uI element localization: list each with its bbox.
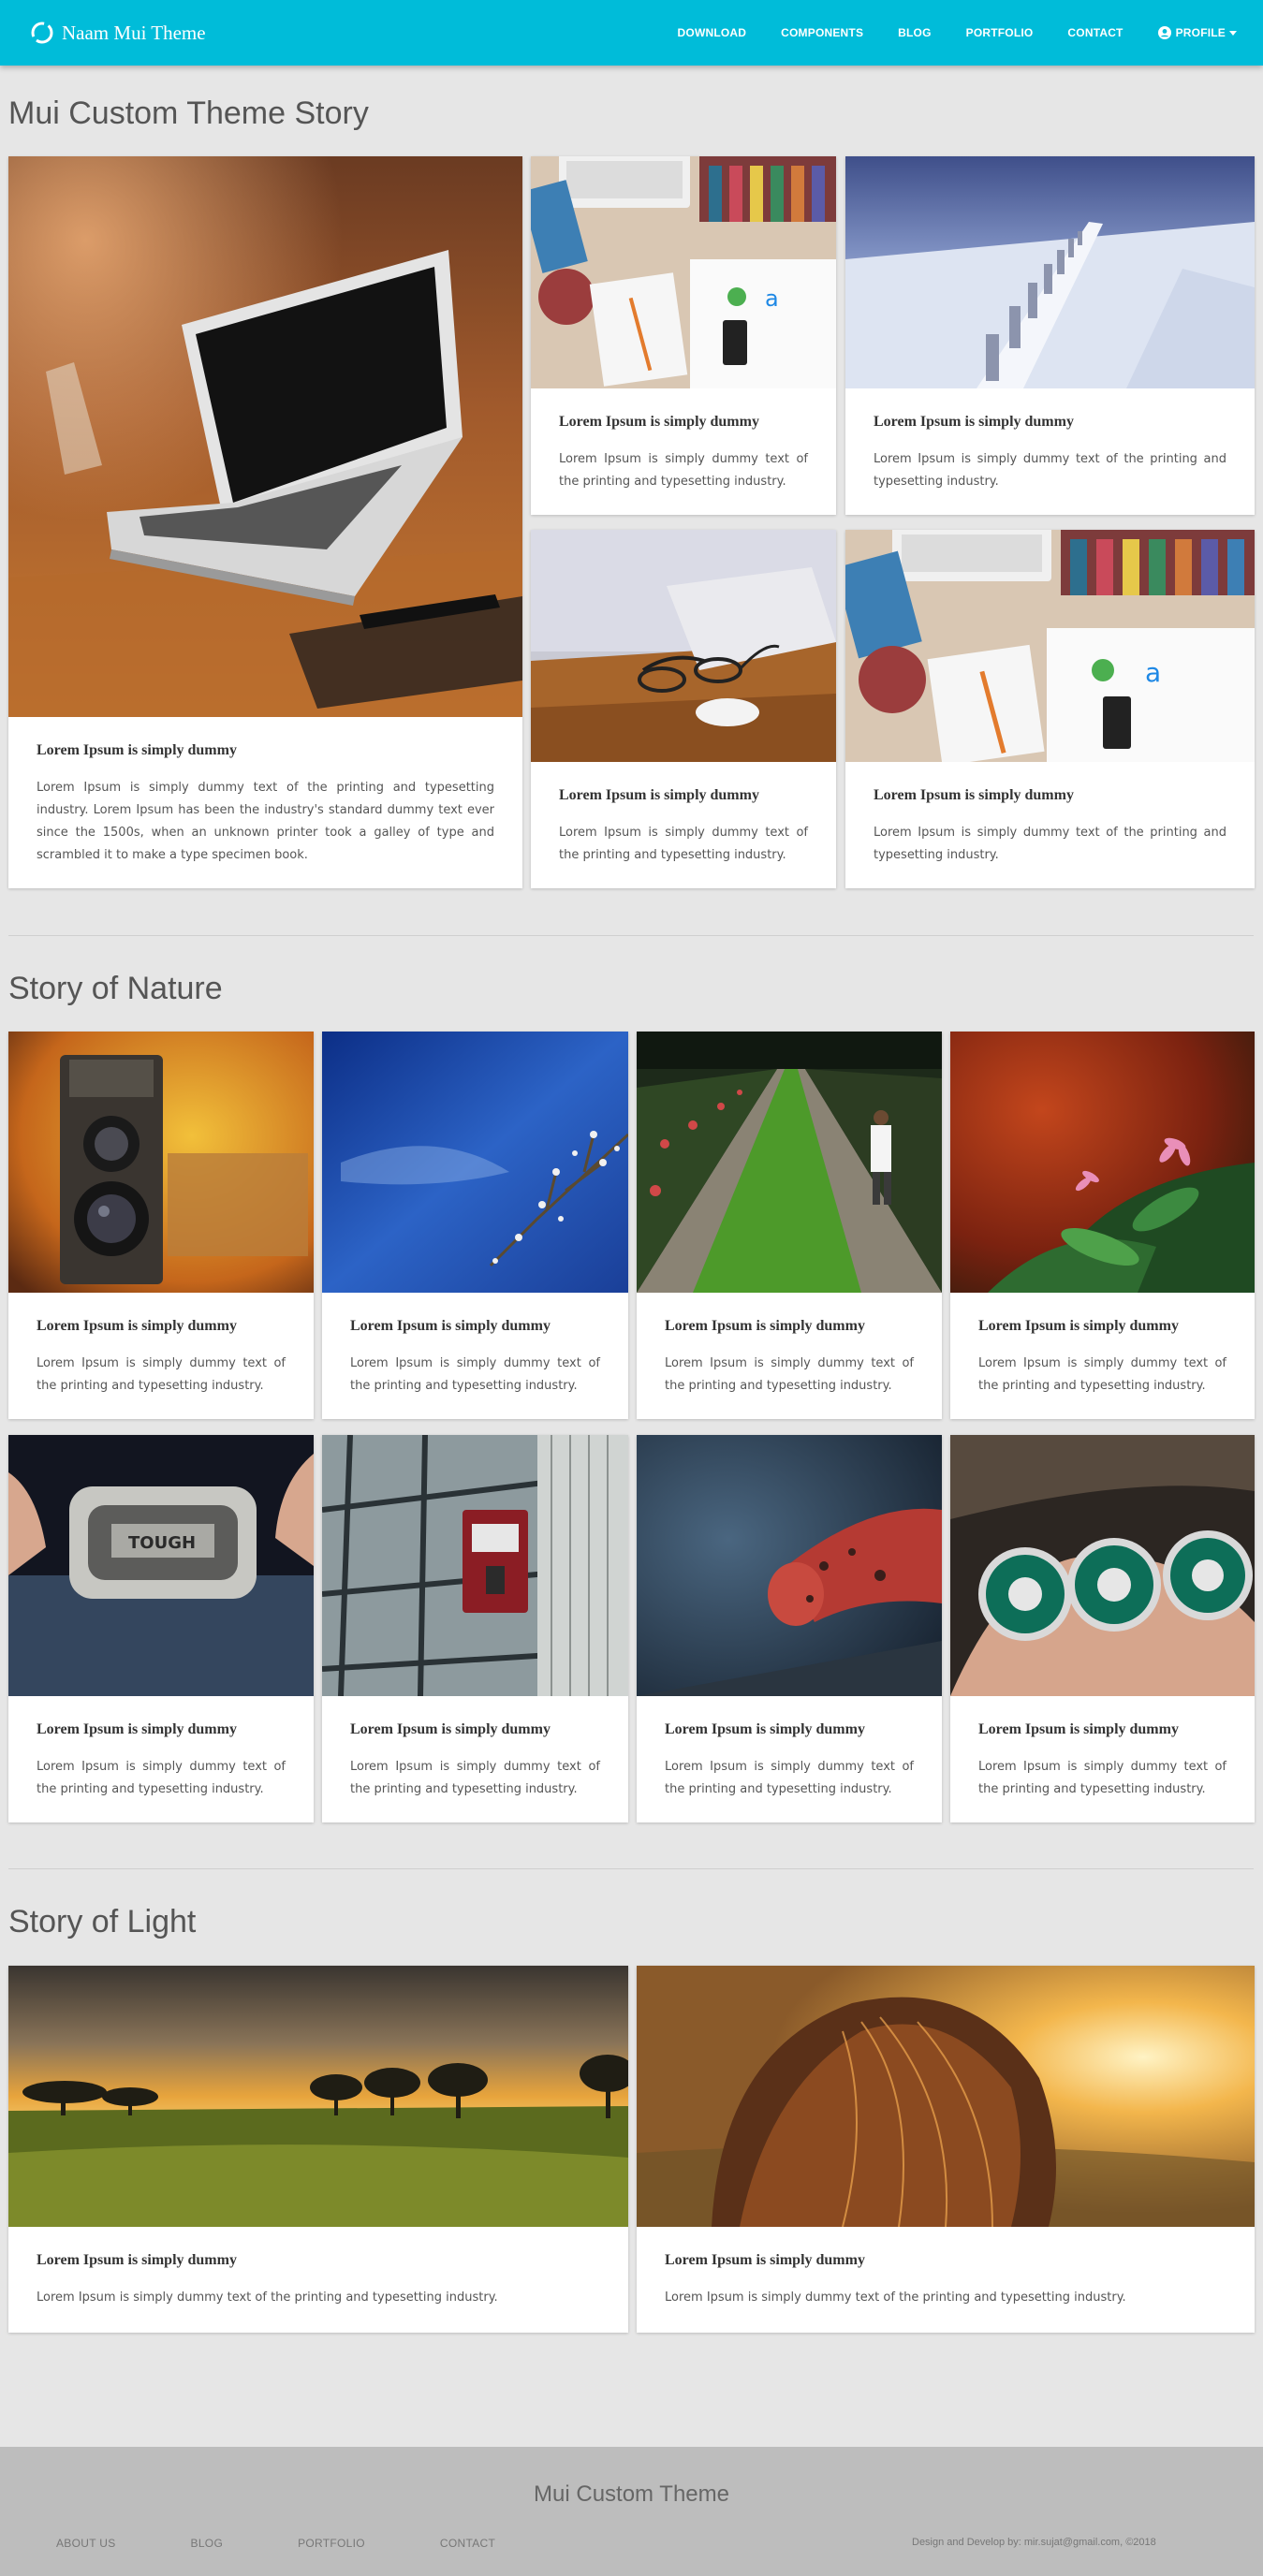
card-title: Lorem Ipsum is simply dummy [665, 1318, 865, 1334]
top-navbar: Naam Mui Theme DOWNLOAD COMPONENTS BLOG … [0, 0, 1263, 66]
card-image-rusty-pipe [637, 1435, 942, 1696]
card-image-desk-flatlay: a [845, 530, 1255, 762]
card-image-vintage-camera [8, 1032, 314, 1293]
nature-card[interactable]: Lorem Ipsum is simply dummy Lorem Ipsum … [322, 1032, 628, 1419]
footer-credit: Design and Develop by: mir.sujat@gmail.c… [912, 2537, 1156, 2548]
card-title: Lorem Ipsum is simply dummy [37, 742, 237, 758]
card-text: Lorem Ipsum is simply dummy text of the … [37, 1760, 286, 1796]
nav-contact[interactable]: CONTACT [1067, 26, 1123, 39]
brand-link[interactable]: Naam Mui Theme [30, 21, 206, 45]
card-title: Lorem Ipsum is simply dummy [665, 2252, 865, 2268]
card-title: Lorem Ipsum is simply dummy [874, 414, 1074, 430]
section-title-light: Story of Light [8, 1904, 197, 1939]
nav-components[interactable]: COMPONENTS [781, 26, 863, 39]
section-divider [8, 1868, 1254, 1869]
footer-title: Mui Custom Theme [534, 2481, 729, 2507]
card-title: Lorem Ipsum is simply dummy [559, 414, 759, 430]
card-image-snowy-fence [845, 156, 1255, 388]
card-title: Lorem Ipsum is simply dummy [665, 1721, 865, 1737]
story-card-featured[interactable]: Lorem Ipsum is simply dummy Lorem Ipsum … [8, 156, 522, 888]
card-title: Lorem Ipsum is simply dummy [978, 1318, 1179, 1334]
nav-blog[interactable]: BLOG [898, 26, 931, 39]
nature-card[interactable]: TOUGH Lorem Ipsum is simply dummy Lorem … [8, 1435, 314, 1822]
card-text: Lorem Ipsum is simply dummy text of the … [350, 1760, 600, 1796]
svg-text:TOUGH: TOUGH [128, 1533, 196, 1553]
card-image-blue-sky [322, 1032, 628, 1293]
story-card[interactable]: Lorem Ipsum is simply dummy Lorem Ipsum … [845, 156, 1255, 515]
story-card[interactable]: a Lorem Ipsum is simply dummy Lorem Ipsu… [531, 156, 836, 515]
card-image-coffee-badges [950, 1435, 1255, 1696]
card-title: Lorem Ipsum is simply dummy [350, 1318, 551, 1334]
brand-logo-icon [31, 22, 53, 44]
section-title-custom-theme: Mui Custom Theme Story [8, 95, 369, 131]
nav-profile-dropdown[interactable]: PROFILE [1157, 26, 1237, 39]
card-text: Lorem Ipsum is simply dummy text of the … [37, 1356, 286, 1393]
card-title: Lorem Ipsum is simply dummy [37, 1318, 237, 1334]
card-text: Lorem Ipsum is simply dummy text of the … [665, 2291, 1126, 2305]
card-text: Lorem Ipsum is simply dummy text of the … [559, 452, 808, 489]
card-title: Lorem Ipsum is simply dummy [37, 2252, 237, 2268]
nature-card[interactable]: Lorem Ipsum is simply dummy Lorem Ipsum … [322, 1435, 628, 1822]
card-image-glasses-mouse [531, 530, 836, 762]
card-image-garden-path [637, 1032, 942, 1293]
card-text: Lorem Ipsum is simply dummy text of the … [665, 1760, 914, 1796]
card-image-fire-alarm [322, 1435, 628, 1696]
card-text: Lorem Ipsum is simply dummy text of the … [874, 452, 1226, 489]
card-text: Lorem Ipsum is simply dummy text of the … [665, 1356, 914, 1393]
page-footer: Mui Custom Theme ABOUT US BLOG PORTFOLIO… [0, 2447, 1263, 2576]
nav-menu: DOWNLOAD COMPONENTS BLOG PORTFOLIO CONTA… [643, 0, 1237, 66]
card-text: Lorem Ipsum is simply dummy text of the … [874, 826, 1226, 862]
svg-text:a: a [765, 285, 779, 312]
nav-download[interactable]: DOWNLOAD [678, 26, 747, 39]
nature-card[interactable]: Lorem Ipsum is simply dummy Lorem Ipsum … [637, 1435, 942, 1822]
footer-link-blog[interactable]: BLOG [191, 2537, 224, 2550]
card-image-girl-sunlight [637, 1966, 1255, 2227]
footer-links: ABOUT US BLOG PORTFOLIO CONTACT [56, 2537, 570, 2550]
card-text: Lorem Ipsum is simply dummy text of the … [978, 1356, 1226, 1393]
light-card[interactable]: Lorem Ipsum is simply dummy Lorem Ipsum … [8, 1966, 628, 2333]
footer-link-about[interactable]: ABOUT US [56, 2537, 116, 2550]
card-text: Lorem Ipsum is simply dummy text of the … [37, 2291, 498, 2305]
nature-card[interactable]: Lorem Ipsum is simply dummy Lorem Ipsum … [950, 1032, 1255, 1419]
chevron-down-icon [1229, 30, 1237, 36]
svg-text:a: a [1145, 657, 1161, 688]
card-text: Lorem Ipsum is simply dummy text of the … [350, 1356, 600, 1393]
card-title: Lorem Ipsum is simply dummy [978, 1721, 1179, 1737]
card-image-sunset-field [8, 1966, 628, 2227]
card-text: Lorem Ipsum is simply dummy text of the … [978, 1760, 1226, 1796]
footer-link-contact[interactable]: CONTACT [440, 2537, 495, 2550]
story-card[interactable]: Lorem Ipsum is simply dummy Lorem Ipsum … [531, 530, 836, 888]
user-circle-icon [1157, 26, 1171, 39]
card-image-laptop [8, 156, 522, 717]
light-card[interactable]: Lorem Ipsum is simply dummy Lorem Ipsum … [637, 1966, 1255, 2333]
footer-link-portfolio[interactable]: PORTFOLIO [298, 2537, 365, 2550]
card-image-pink-flowers [950, 1032, 1255, 1293]
story-card[interactable]: a Lorem Ipsum is simply dummy Lorem Ipsu… [845, 530, 1255, 888]
card-title: Lorem Ipsum is simply dummy [350, 1721, 551, 1737]
nature-card[interactable]: Lorem Ipsum is simply dummy Lorem Ipsum … [637, 1032, 942, 1419]
card-text: Lorem Ipsum is simply dummy text of the … [559, 826, 808, 862]
nature-card[interactable]: Lorem Ipsum is simply dummy Lorem Ipsum … [950, 1435, 1255, 1822]
card-image-desk-flatlay: a [531, 156, 836, 388]
card-title: Lorem Ipsum is simply dummy [874, 787, 1074, 803]
section-title-nature: Story of Nature [8, 971, 223, 1006]
card-image-belt-buckle: TOUGH [8, 1435, 314, 1696]
card-title: Lorem Ipsum is simply dummy [37, 1721, 237, 1737]
nav-portfolio[interactable]: PORTFOLIO [966, 26, 1034, 39]
section-divider [8, 935, 1254, 936]
brand-name: Naam Mui Theme [62, 22, 206, 44]
card-text: Lorem Ipsum is simply dummy text of the … [37, 781, 494, 862]
nature-card[interactable]: Lorem Ipsum is simply dummy Lorem Ipsum … [8, 1032, 314, 1419]
card-title: Lorem Ipsum is simply dummy [559, 787, 759, 803]
